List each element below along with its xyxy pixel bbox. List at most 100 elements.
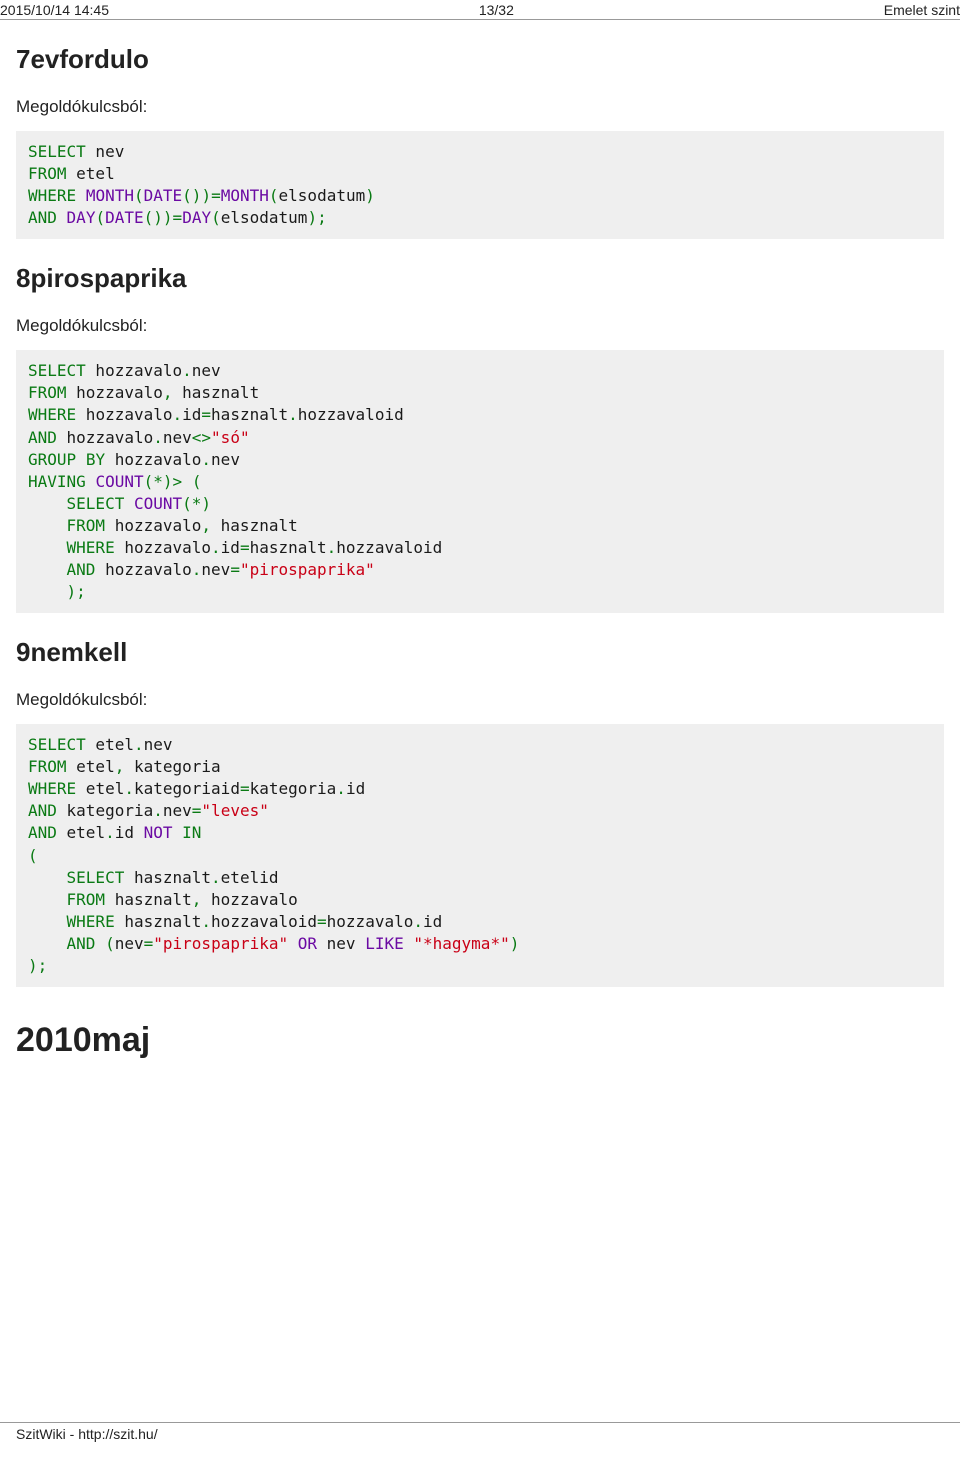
paren: ): [201, 186, 211, 205]
kw-not: NOT: [144, 823, 173, 842]
code-text: etel: [86, 735, 134, 754]
code-text: hozzavalo: [67, 383, 163, 402]
code-text: etel: [67, 757, 115, 776]
paren: ): [192, 186, 202, 205]
dot: .: [134, 735, 144, 754]
kw-like: LIKE: [365, 934, 404, 953]
kw-where: WHERE: [67, 912, 115, 931]
code-text: hasznalt: [250, 538, 327, 557]
semicolon: ;: [317, 208, 327, 227]
op-eq: =: [230, 560, 240, 579]
page-header: 2015/10/14 14:45 13/32 Emelet szint: [0, 0, 960, 20]
code-text: hozzavalo: [95, 560, 191, 579]
kw-by: BY: [86, 450, 105, 469]
code-text: id: [182, 405, 201, 424]
code-text: hasznalt: [105, 890, 192, 909]
func-month: MONTH: [221, 186, 269, 205]
func-date: DATE: [144, 186, 183, 205]
paren: (: [28, 846, 38, 865]
code-text: [76, 186, 86, 205]
code-text: etelid: [221, 868, 279, 887]
code-text: [86, 472, 96, 491]
kw-and: AND: [28, 208, 57, 227]
code-text: [124, 494, 134, 513]
kw-having: HAVING: [28, 472, 86, 491]
heading-7evfordulo: 7evfordulo: [16, 44, 944, 75]
paren: (: [95, 208, 105, 227]
code-text: etel: [57, 823, 105, 842]
kw-from: FROM: [28, 164, 67, 183]
code-text: [288, 934, 298, 953]
semicolon: ;: [76, 582, 86, 601]
code-text: hozzavalo: [105, 516, 201, 535]
kw-and: AND: [67, 560, 96, 579]
dot: .: [173, 405, 183, 424]
code-text: hozzavaloid: [336, 538, 442, 557]
kw-where: WHERE: [28, 405, 76, 424]
func-day: DAY: [67, 208, 96, 227]
dot: .: [201, 450, 211, 469]
code-text: hozzavalo: [57, 428, 153, 447]
header-pageinfo: 13/32: [479, 2, 514, 18]
code-text: etel: [76, 779, 124, 798]
kw-or: OR: [298, 934, 317, 953]
kw-from: FROM: [28, 757, 67, 776]
dot: .: [211, 538, 221, 557]
op-eq: =: [201, 405, 211, 424]
code-text: [173, 823, 183, 842]
code-text: hasznalt: [211, 516, 298, 535]
op-eq: =: [317, 912, 327, 931]
func-count: COUNT: [95, 472, 143, 491]
code-text: hozzavalo: [327, 912, 414, 931]
lead-8pirospaprika: Megoldókulcsból:: [16, 316, 944, 336]
footer-text: SzitWiki - http://szit.hu/: [16, 1426, 158, 1442]
semicolon: ;: [38, 956, 48, 975]
kw-and: AND: [28, 801, 57, 820]
kw-from: FROM: [28, 383, 67, 402]
indent: [28, 934, 67, 953]
paren: (: [182, 494, 192, 513]
code-text: hasznalt: [211, 405, 288, 424]
code-text: hasznalt: [124, 868, 211, 887]
code-text: id: [423, 912, 442, 931]
paren: ): [510, 934, 520, 953]
code-text: nev: [163, 428, 192, 447]
kw-where: WHERE: [28, 186, 76, 205]
op-eq: =: [173, 208, 183, 227]
code-text: hozzavalo: [201, 890, 297, 909]
code-text: [404, 934, 414, 953]
lead-7evfordulo: Megoldókulcsból:: [16, 97, 944, 117]
code-text: [76, 450, 86, 469]
kw-from: FROM: [67, 516, 106, 535]
code-text: id: [115, 823, 144, 842]
code-block-7evfordulo: SELECT nev FROM etel WHERE MONTH(DATE())…: [16, 131, 944, 239]
paren: ): [201, 494, 211, 513]
kw-group: GROUP: [28, 450, 76, 469]
kw-select: SELECT: [28, 735, 86, 754]
op-gt: >: [173, 472, 183, 491]
kw-select: SELECT: [28, 361, 86, 380]
func-day: DAY: [182, 208, 211, 227]
paren: ): [67, 582, 77, 601]
kw-select: SELECT: [67, 868, 125, 887]
indent: [28, 912, 67, 931]
lead-9nemkell: Megoldókulcsból:: [16, 690, 944, 710]
kw-where: WHERE: [67, 538, 115, 557]
code-text: id: [346, 779, 365, 798]
indent: [28, 560, 67, 579]
code-text: [57, 208, 67, 227]
dot: .: [192, 560, 202, 579]
heading-2010maj: 2010maj: [16, 1021, 944, 1060]
op-ne: <>: [192, 428, 211, 447]
code-text: [182, 472, 192, 491]
kw-and: AND: [67, 934, 96, 953]
code-text: hasznalt: [115, 912, 202, 931]
paren: ): [28, 956, 38, 975]
code-block-9nemkell: SELECT etel.nev FROM etel, kategoria WHE…: [16, 724, 944, 987]
code-text: hozzavalo: [86, 361, 182, 380]
code-text: hozzavalo: [105, 450, 201, 469]
code-text: hozzavaloid: [298, 405, 404, 424]
page-body: 7evfordulo Megoldókulcsból: SELECT nev F…: [0, 44, 960, 1102]
dot: .: [336, 779, 346, 798]
code-text: nev: [317, 934, 365, 953]
